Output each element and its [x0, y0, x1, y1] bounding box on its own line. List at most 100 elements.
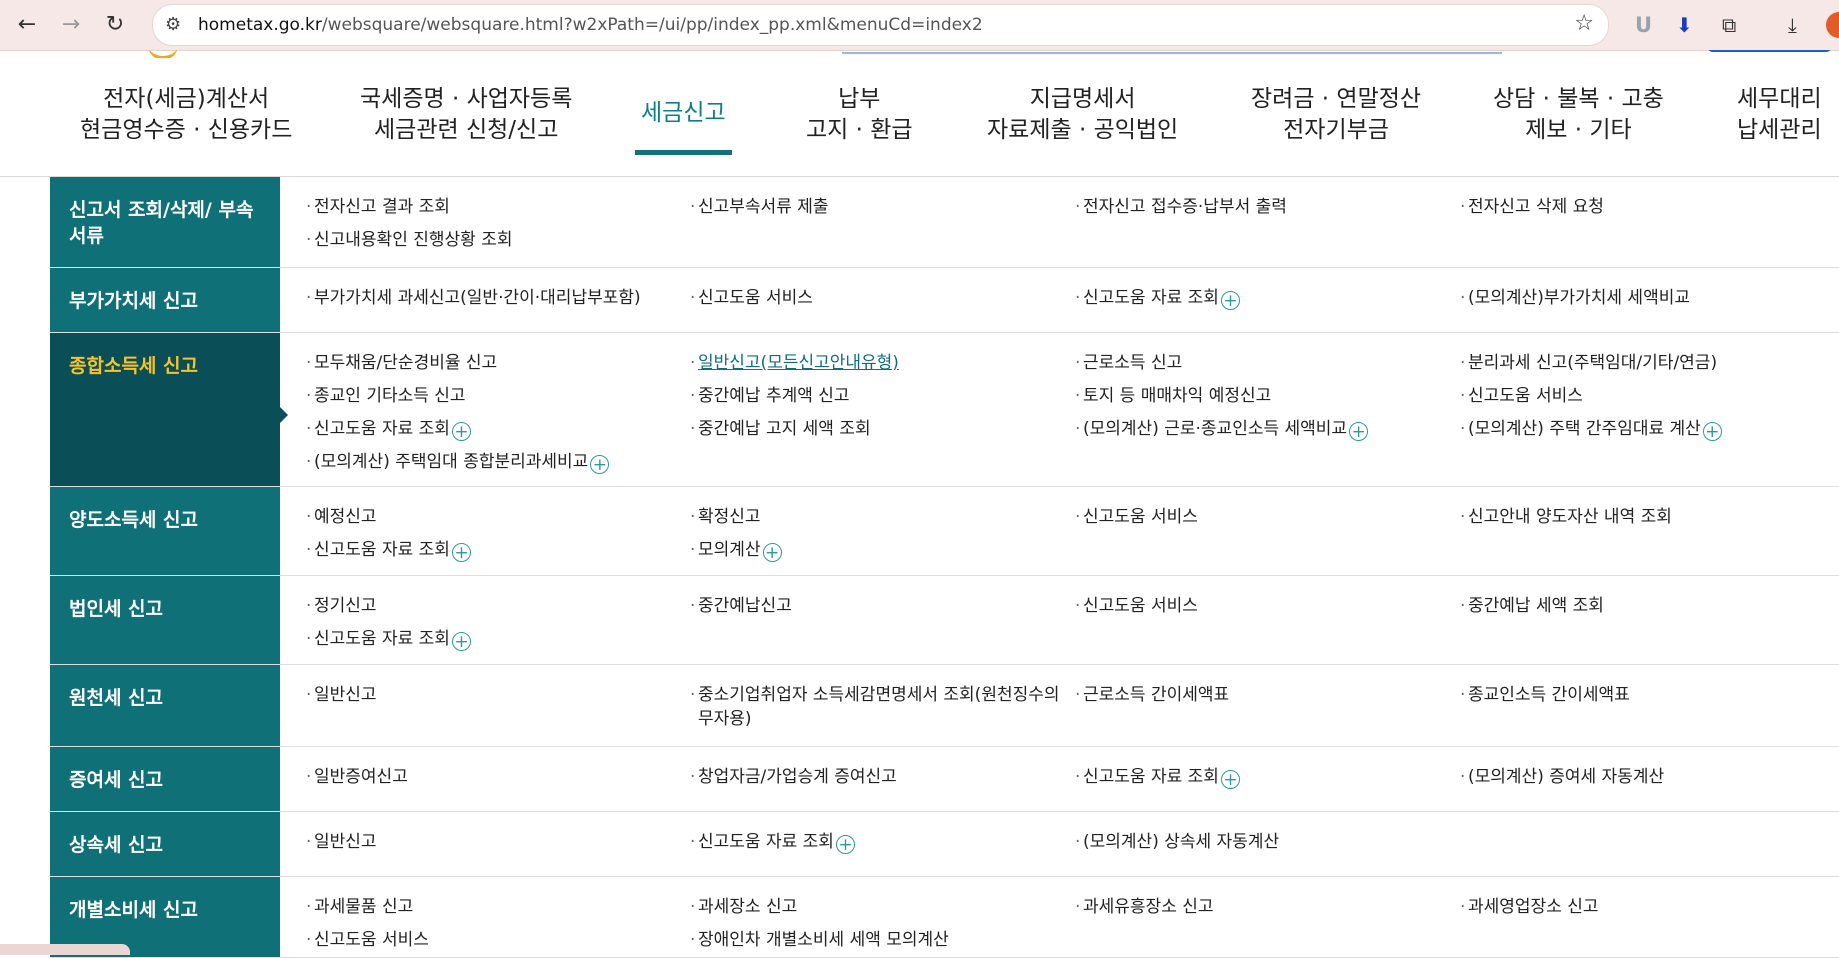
address-bar[interactable]: ⚙ hometax.go.kr/websquare/websquare.html… — [152, 4, 1609, 46]
expand-plus-icon[interactable]: + — [1220, 770, 1240, 789]
submenu-link-label: 신고안내 양도자산 내역 조회 — [1468, 507, 1672, 527]
site-search-bar[interactable] — [842, 50, 1502, 54]
submenu-link-label: 정기신고 — [314, 596, 377, 616]
site-settings-icon[interactable]: ⚙ — [165, 14, 181, 35]
expand-plus-icon[interactable]: + — [1220, 291, 1240, 310]
expand-plus-icon[interactable]: + — [762, 543, 782, 562]
submenu-link[interactable]: (모의계산)부가가치세 세액비교 — [1460, 282, 1830, 315]
submenu-row-title[interactable]: 종합소득세 신고 — [50, 333, 280, 486]
submenu-link[interactable]: 신고도움 자료 조회+ — [1075, 761, 1455, 794]
submenu-link[interactable]: 전자신고 삭제 요청 — [1460, 191, 1830, 224]
extension-u-icon[interactable]: U — [1635, 10, 1652, 40]
submenu-link[interactable]: 일반신고(모든신고안내유형) — [690, 347, 1065, 380]
hometax-logo[interactable] — [148, 50, 178, 58]
submenu-link[interactable]: 신고도움 서비스 — [1075, 590, 1455, 623]
submenu-link[interactable]: 모의계산+ — [690, 534, 1065, 567]
reload-icon[interactable]: ↻ — [100, 10, 130, 40]
submenu-row-title[interactable]: 신고서 조회/삭제/ 부속서류 — [50, 177, 280, 267]
submenu-link[interactable]: 과세유흥장소 신고 — [1075, 891, 1455, 924]
expand-plus-icon[interactable]: + — [451, 422, 471, 441]
submenu-link[interactable]: 근로소득 간이세액표 — [1075, 679, 1455, 712]
nav-tab-incentives[interactable]: 장려금 · 연말정산 전자기부금 — [1251, 84, 1421, 146]
submenu-link[interactable]: 중소기업취업자 소득세감면명세서 조회(원천징수의무자용) — [690, 683, 1065, 731]
submenu-link[interactable]: (모의계산) 주택임대 종합분리과세비교+ — [306, 446, 676, 479]
submenu-link[interactable]: 예정신고 — [306, 501, 676, 534]
back-arrow-icon[interactable]: ← — [12, 10, 42, 40]
submenu-link[interactable]: 장애인차 개별소비세 세액 모의계산 — [690, 924, 1065, 957]
submenu-link[interactable]: 과세장소 신고 — [690, 891, 1065, 924]
submenu-link[interactable]: 창업자금/가업승계 증여신고 — [690, 761, 1065, 794]
submenu-link[interactable]: 확정신고 — [690, 501, 1065, 534]
nav-tab-payment[interactable]: 납부 고지 · 환급 — [806, 84, 913, 146]
submenu-link[interactable]: 종교인 기타소득 신고 — [306, 380, 676, 413]
nav-tab-consultation[interactable]: 상담 · 불복 · 고충 제보 · 기타 — [1493, 84, 1664, 146]
submenu-link[interactable]: (모의계산) 근로·종교인소득 세액비교+ — [1075, 413, 1455, 446]
submenu-row-items: 일반신고 신고도움 자료 조회+ (모의계산) 상속세 자동계산 — [280, 812, 1839, 876]
submenu-link[interactable]: 중간예납 추계액 신고 — [690, 380, 1065, 413]
submenu-link[interactable]: 모두채움/단순경비율 신고 — [306, 347, 676, 380]
submenu-link[interactable]: 신고도움 서비스 — [306, 924, 676, 957]
submenu-link[interactable]: 토지 등 매매차익 예정신고 — [1075, 380, 1455, 413]
profile-avatar[interactable] — [1826, 12, 1839, 38]
submenu-link[interactable]: 신고도움 자료 조회+ — [306, 534, 676, 567]
submenu-link[interactable]: 신고도움 자료 조회+ — [690, 826, 1065, 859]
submenu-row-title[interactable]: 법인세 신고 — [50, 576, 280, 664]
submenu-link-label: 모의계산 — [698, 540, 761, 560]
submenu-row-title[interactable]: 양도소득세 신고 — [50, 487, 280, 575]
downloads-icon[interactable]: ⤓ — [1788, 10, 1797, 40]
submenu-link[interactable]: 신고내용확인 진행상황 조회 — [306, 224, 676, 257]
nav-tab-e-invoice[interactable]: 전자(세금)계산서 현금영수증 · 신용카드 — [80, 84, 292, 146]
submenu-link[interactable]: 일반신고 — [306, 679, 676, 712]
expand-plus-icon[interactable]: + — [451, 632, 471, 651]
submenu-link[interactable]: 신고도움 자료 조회+ — [1075, 282, 1455, 315]
submenu-link[interactable]: 중간예납 세액 조회 — [1460, 590, 1830, 623]
submenu-row-title[interactable]: 증여세 신고 — [50, 747, 280, 811]
header-blue-button[interactable] — [1707, 50, 1832, 52]
submenu-link[interactable]: 일반신고 — [306, 826, 676, 859]
header-peek — [0, 50, 1839, 58]
submenu-link[interactable]: 일반증여신고 — [306, 761, 676, 794]
expand-plus-icon[interactable]: + — [1349, 422, 1369, 441]
submenu-column: 창업자금/가업승계 증여신고 — [690, 761, 1065, 794]
submenu-link[interactable]: 과세물품 신고 — [306, 891, 676, 924]
submenu-link[interactable]: 신고도움 서비스 — [690, 282, 1065, 315]
nav-tab-certificates[interactable]: 국세증명 · 사업자등록 세금관련 신청/신고 — [360, 84, 572, 146]
expand-plus-icon[interactable]: + — [835, 835, 855, 854]
submenu-link[interactable]: 신고부속서류 제출 — [690, 191, 1065, 224]
nav-tab-payment-statements[interactable]: 지급명세서 자료제출 · 공익법인 — [987, 84, 1178, 146]
nav-tab-tax-agent[interactable]: 세무대리 납세관리 — [1737, 84, 1822, 146]
submenu-row-title[interactable]: 원천세 신고 — [50, 665, 280, 746]
submenu-column: 확정신고모의계산+ — [690, 501, 1065, 567]
submenu-link[interactable]: 정기신고 — [306, 590, 676, 623]
submenu-link[interactable]: 신고도움 서비스 — [1075, 501, 1455, 534]
extension-download-arrow-icon[interactable]: ⬇ — [1676, 10, 1693, 40]
submenu-link[interactable]: 신고도움 서비스 — [1460, 380, 1830, 413]
submenu-link[interactable]: (모의계산) 증여세 자동계산 — [1460, 761, 1830, 794]
submenu-link[interactable]: 신고도움 자료 조회+ — [306, 413, 676, 446]
submenu-link[interactable]: 신고안내 양도자산 내역 조회 — [1460, 501, 1830, 534]
submenu-link[interactable]: 중간예납신고 — [690, 590, 1065, 623]
extensions-puzzle-icon[interactable]: ⧉ — [1722, 10, 1736, 40]
nav-tab-tax-filing[interactable]: 세금신고 — [635, 98, 732, 155]
submenu-link[interactable]: (모의계산) 상속세 자동계산 — [1075, 826, 1455, 859]
bookmark-star-icon[interactable]: ☆ — [1574, 11, 1594, 36]
submenu-column: 모두채움/단순경비율 신고종교인 기타소득 신고신고도움 자료 조회+(모의계산… — [306, 347, 676, 479]
submenu-row-title[interactable]: 부가가치세 신고 — [50, 268, 280, 332]
expand-plus-icon[interactable]: + — [590, 455, 610, 474]
submenu-link[interactable]: (모의계산) 주택 간주임대료 계산+ — [1460, 413, 1830, 446]
submenu-link[interactable]: 부가가치세 과세신고(일반·간이·대리납부포함) — [306, 282, 676, 315]
submenu-link[interactable]: 신고도움 자료 조회+ — [306, 623, 676, 656]
submenu-row: 상속세 신고 일반신고 신고도움 자료 조회+ (모의계산) 상속세 자동계산 — [50, 812, 1839, 877]
submenu-link[interactable]: 분리과세 신고(주택임대/기타/연금) — [1460, 347, 1830, 380]
submenu-link[interactable]: 과세영업장소 신고 — [1460, 891, 1830, 924]
forward-arrow-icon[interactable]: → — [56, 10, 86, 40]
expand-plus-icon[interactable]: + — [1702, 422, 1722, 441]
expand-plus-icon[interactable]: + — [451, 543, 471, 562]
submenu-link[interactable]: 중간예납 고지 세액 조회 — [690, 413, 1065, 446]
submenu-link[interactable]: 종교인소득 간이세액표 — [1460, 679, 1830, 712]
submenu-link[interactable]: 전자신고 결과 조회 — [306, 191, 676, 224]
submenu-row-title[interactable]: 상속세 신고 — [50, 812, 280, 876]
submenu-column: 신고도움 자료 조회+ — [1075, 282, 1455, 315]
submenu-link[interactable]: 전자신고 접수증·납부서 출력 — [1075, 191, 1455, 224]
submenu-link[interactable]: 근로소득 신고 — [1075, 347, 1455, 380]
